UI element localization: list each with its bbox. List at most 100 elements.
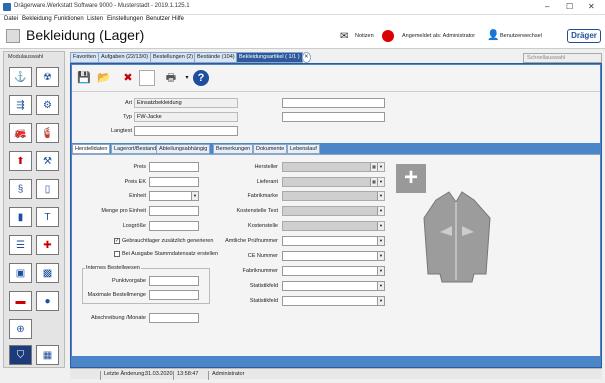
module-tools-icon[interactable]: ⚒ [36,151,59,171]
chevron-down-icon[interactable]: ▼ [377,237,384,245]
punktvorgabe-field[interactable] [149,276,199,286]
module-rope-icon[interactable]: § [9,179,32,199]
module-camera-icon[interactable]: ▩ [36,263,59,283]
lieferant-select[interactable]: ▦ ▼ [282,177,385,187]
delete-icon[interactable]: ✖ [120,70,136,86]
barcode-field[interactable] [282,98,385,108]
notizen-button[interactable]: Notizen [355,33,374,39]
chevron-down-icon[interactable]: ▼ [377,178,384,186]
tab-herstelldaten[interactable]: Herstelldaten [72,144,111,154]
chevron-down-icon[interactable]: ▼ [377,163,384,171]
menge-field[interactable] [149,206,199,216]
menu-hilfe[interactable]: Hilfe [172,16,184,22]
tab-lebenslauf[interactable]: Lebenslauf [287,144,320,154]
kostenstelle-text-label: Kostenstelle Text [236,208,278,214]
statistikfeld-2-select[interactable]: ▼ [282,296,385,306]
module-ladder-icon[interactable]: ☰ [9,235,32,255]
losgroesse-field[interactable] [149,221,199,231]
minimize-button[interactable]: – [545,2,549,11]
ce-nummer-select[interactable]: ▼ [282,251,385,261]
module-disc-icon[interactable]: ● [36,291,59,311]
menu-bekleidung[interactable]: Bekleidung [22,16,52,22]
user-icon[interactable]: 👤 [487,30,499,41]
langtext-field[interactable] [134,126,238,136]
calendar-icon[interactable]: ▦ [370,163,377,171]
menu-einstellungen[interactable]: Einstellungen [107,16,143,22]
module-device-icon[interactable]: ▣ [9,263,32,283]
chevron-down-icon[interactable]: ▼ [377,267,384,275]
help-icon[interactable]: ? [193,70,209,86]
fabriknummer-select[interactable]: ▼ [282,266,385,276]
save-icon[interactable]: 💾 [76,70,92,86]
tab-dokumente[interactable]: Dokumente [253,144,288,154]
einheit-select[interactable]: ▼ [149,191,199,201]
chevron-down-icon[interactable]: ▼ [377,282,384,290]
module-pump-icon[interactable]: ⇶ [9,95,32,115]
switch-user-button[interactable]: Benutzerwechsel [500,33,542,39]
print-icon[interactable]: 🖶 [163,70,179,86]
draeger-logo: Dräger [567,29,601,43]
new-icon[interactable] [139,70,155,86]
close-window-button[interactable]: ✕ [588,2,595,11]
tab-bekleidungsartikel[interactable]: Bekleidungsartikel ( 1/1 ) [236,52,303,63]
chevron-down-icon[interactable]: ▼ [377,222,384,230]
gebrauchtlager-checkbox[interactable]: ✓ [114,238,120,244]
module-extinguisher-icon[interactable]: 🧯 [36,123,59,143]
menu-benutzer[interactable]: Benutzer [146,16,170,22]
calendar-icon[interactable]: ▦ [370,178,377,186]
tab-bemerkungen[interactable]: Bemerkungen [213,144,254,154]
menu-datei[interactable]: Datei [4,16,18,22]
pruefnummer-select[interactable]: ▼ [282,236,385,246]
maximize-button[interactable]: ☐ [566,2,573,11]
module-mask-icon[interactable]: ☢ [36,67,59,87]
lieferant-label: Lieferant [256,179,278,185]
typ-field[interactable]: FW-Jacke [134,112,238,122]
statistikfeld-1-select[interactable]: ▼ [282,281,385,291]
tab-bestellungen[interactable]: Bestellungen (2) [150,52,197,63]
close-tab-icon[interactable]: ✕ [302,52,311,63]
module-hose-reel-icon[interactable]: ▬ [9,291,32,311]
preis-ek-field[interactable] [149,177,199,187]
fabrikmarke-label: Fabrikmarke [247,193,278,199]
hersteller-select[interactable]: ▦ ▼ [282,162,385,172]
fabrikmarke-select[interactable]: ▼ [282,191,385,201]
open-icon[interactable]: 📂 [96,70,112,86]
tab-aufgaben[interactable]: Aufgaben (22/13/0) [98,52,152,63]
art-label: Art [124,100,132,106]
art-field[interactable]: Einsatzbekleidung [134,98,238,108]
stammdatensatz-checkbox[interactable] [114,251,120,257]
preis-field[interactable] [149,162,199,172]
module-cylinder-icon[interactable]: ▯ [36,179,59,199]
module-radio-icon[interactable]: ▮ [9,207,32,227]
module-reel-icon[interactable]: ⚙ [36,95,59,115]
chevron-down-icon[interactable]: ▼ [191,192,198,200]
chevron-down-icon[interactable]: ▼ [377,252,384,260]
schnellauswahl-field[interactable]: Schnellauswahl [523,53,602,63]
module-vehicle-icon[interactable]: 🚒 [9,123,32,143]
tab-bestaende[interactable]: Bestände (104) [194,52,238,63]
menu-funktionen[interactable]: Funktionen [54,16,84,22]
kostenstelle-text-select[interactable]: ▼ [282,206,385,216]
tab-favoriten[interactable]: Favoriten [70,52,99,63]
module-storage-icon[interactable]: ▦ [36,345,59,365]
chevron-down-icon[interactable]: ▼ [377,297,384,305]
module-hydrant-icon[interactable]: ⬆ [9,151,32,171]
tab-abteilungsabhaengig[interactable]: Abteilungsabhängig [156,144,211,154]
module-wrench-icon[interactable]: T [36,207,59,227]
module-firstaid-icon[interactable]: ✚ [36,235,59,255]
module-clothing-icon[interactable]: ⛉ [9,345,32,365]
mail-icon[interactable]: ✉ [340,31,348,42]
module-equipment-icon[interactable]: ⊕ [9,319,32,339]
rfid-field[interactable] [282,112,385,122]
article-form: Art Einsatzbekleidung Typ FW-Jacke Langt… [72,91,600,143]
alarm-icon[interactable] [382,30,394,42]
module-hose-icon[interactable]: ⚓ [9,67,32,87]
tab-lagerort[interactable]: Lagerort/Bestand [111,144,160,154]
menu-listen[interactable]: Listen [87,16,103,22]
max-bestellmenge-field[interactable] [149,290,199,300]
kostenstelle-select[interactable]: ▼ [282,221,385,231]
header: Bekleidung (Lager) ✉ Notizen Angemeldet … [0,25,605,49]
abschreibung-field[interactable] [149,313,199,323]
chevron-down-icon[interactable]: ▼ [377,207,384,215]
chevron-down-icon[interactable]: ▼ [377,192,384,200]
